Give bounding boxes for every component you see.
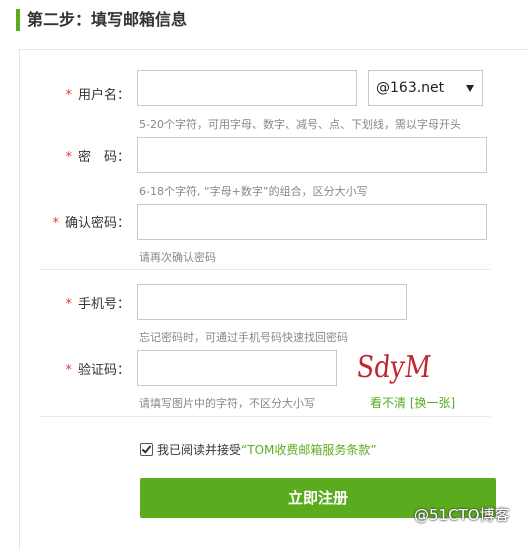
confirm-password-hint: 请再次确认密码 [139,251,216,264]
captcha-text: SdyM [357,350,433,385]
required-mark: * [65,88,72,103]
required-mark: * [52,216,59,231]
username-input[interactable] [137,70,357,106]
required-mark: * [65,297,72,312]
refresh-captcha-link[interactable]: 看不清 [换一张] [370,394,455,411]
required-mark: * [65,150,72,165]
agreement-row: 我已阅读并接受 “TOM收费邮箱服务条款” [140,441,377,458]
watermark: @51CTO博客 [414,506,510,524]
password-label-wrap: * 密 码： [20,146,130,166]
domain-select-value: @163.net [376,80,445,96]
domain-select[interactable]: @163.net [368,70,483,106]
agreement-text: 我已阅读并接受 [157,443,242,457]
section-divider [40,269,490,270]
phone-label-wrap: * 手机号： [20,293,130,313]
section-divider [40,416,490,417]
phone-label: * 手机号： [65,297,130,312]
username-hint: 5-20个字符，可用字母、数字、减号、点、下划线，需以字母开头 [139,118,461,131]
password-hint: 6-18个字符, “字母+数字”的组合，区分大小写 [139,185,368,198]
confirm-password-label: * 确认密码： [52,216,130,231]
captcha-label-wrap: * 验证码： [20,359,130,379]
phone-hint: 忘记密码时，可通过手机号码快速找回密码 [139,331,348,344]
password-input[interactable] [137,137,487,173]
terms-link[interactable]: “TOM收费邮箱服务条款” [241,441,377,458]
username-label: * 用户名： [65,88,130,103]
phone-input[interactable] [137,284,407,320]
required-mark: * [65,363,72,378]
confirm-password-input[interactable] [137,204,487,240]
captcha-label: * 验证码： [65,363,130,378]
username-label-wrap: * 用户名： [20,84,130,104]
password-label: * 密 码： [65,150,130,165]
chevron-down-icon [466,85,474,92]
confirm-password-label-wrap: * 确认密码： [20,212,130,232]
captcha-input[interactable] [137,350,337,386]
captcha-hint: 请填写图片中的字符，不区分大小写 [139,397,315,410]
step-title: 第二步：填写邮箱信息 [16,9,187,31]
agreement-checkbox[interactable] [140,443,153,456]
captcha-image[interactable]: SdyM [357,346,437,386]
